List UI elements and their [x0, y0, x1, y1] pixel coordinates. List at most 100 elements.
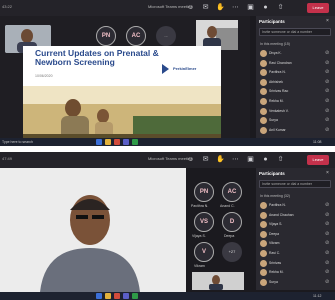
app-icon[interactable] — [96, 139, 102, 145]
mic-muted-icon: ⊘ — [325, 202, 330, 208]
participant-list-item[interactable]: Ravi C. ⊘ — [259, 250, 333, 258]
participant-list-item[interactable]: Ravi Chandran ⊘ — [259, 59, 333, 68]
taskbar-apps — [96, 293, 138, 299]
leave-button[interactable]: Leave — [307, 3, 329, 13]
folder-icon[interactable] — [105, 139, 111, 145]
app-icon[interactable] — [132, 139, 138, 145]
participant-list-item[interactable]: Anil Kumar ⊘ — [259, 126, 333, 135]
teams-meeting-screenshot-2: 47:49 Microsoft Teams meeting ☺ ✉ ✋ ⋯ ▣ … — [0, 152, 335, 300]
avatar — [260, 69, 267, 77]
teams-icon[interactable] — [123, 293, 129, 299]
active-speaker-video[interactable] — [0, 168, 186, 292]
panel-section-header: In this meeting (32) — [260, 194, 290, 198]
app-icon[interactable] — [132, 293, 138, 299]
participant-list-item[interactable]: Vijaya S. ⊘ — [259, 221, 333, 229]
invite-search-input[interactable]: Invite someone or dial a number — [259, 180, 331, 188]
people-icon[interactable]: ☺ — [186, 3, 195, 12]
participant-list-item[interactable]: Pavithra N. ⊘ — [259, 202, 333, 210]
invite-search-input[interactable]: Invite someone or dial a number — [259, 28, 331, 36]
teams-meeting-screenshot-1: 43:22 Microsoft Teams meeting ☺ ✉ ✋ ⋯ ▣ … — [0, 0, 335, 146]
participant-list-name: Surya — [269, 118, 278, 123]
participant-list-item[interactable]: Srinivas Rao ⊘ — [259, 88, 333, 96]
participant-list-item[interactable]: Venkatesh V. ⊘ — [259, 107, 333, 116]
mic-muted-icon: ⊘ — [325, 259, 330, 266]
meeting-timer: 43:22 — [2, 4, 13, 9]
mic-muted-icon: ⊘ — [325, 211, 330, 218]
avatar — [260, 250, 267, 257]
participant-list-name: Deepa — [269, 231, 279, 236]
participant-avatar-ac[interactable]: AC — [222, 182, 242, 202]
avatar — [260, 230, 267, 238]
leave-button[interactable]: Leave — [307, 155, 329, 165]
avatar — [260, 59, 267, 67]
mic-muted-icon: ⊘ — [325, 59, 330, 66]
self-preview-tile[interactable] — [192, 272, 244, 290]
participant-name: Anand C. — [220, 204, 235, 208]
mic-muted-icon: ⊘ — [325, 230, 330, 237]
avatar — [260, 211, 267, 219]
participant-avatar-pn[interactable]: PN — [96, 26, 116, 46]
mic-icon[interactable]: ● — [261, 3, 270, 12]
mic-muted-icon: ⊘ — [325, 240, 330, 247]
avatar — [260, 50, 267, 57]
participant-list-item[interactable]: Vikram ⊘ — [259, 240, 333, 248]
mic-icon[interactable]: ● — [261, 155, 270, 164]
more-participants-tile[interactable]: ... — [156, 26, 176, 46]
participant-avatar-v[interactable]: V — [194, 242, 214, 262]
participant-list-item[interactable]: Surya ⊘ — [259, 278, 333, 287]
app-icon[interactable] — [114, 293, 120, 299]
participant-list-name: Abhishek — [269, 79, 283, 84]
close-icon[interactable]: × — [326, 18, 329, 24]
windows-taskbar: Type here to search 11:08 — [0, 138, 335, 146]
avatar — [260, 259, 267, 267]
camera-icon[interactable]: ▣ — [246, 155, 255, 164]
participant-list-item[interactable]: Rekha M. ⊘ — [259, 269, 333, 277]
folder-icon[interactable] — [105, 293, 111, 299]
avatar — [260, 98, 267, 105]
app-icon[interactable] — [114, 139, 120, 145]
app-icon[interactable] — [96, 293, 102, 299]
chat-icon[interactable]: ✉ — [201, 155, 210, 164]
share-icon[interactable]: ⇧ — [276, 155, 285, 164]
participant-list-name: Srinivas Rao — [269, 89, 289, 94]
mic-muted-icon: ⊘ — [325, 88, 330, 95]
participant-avatar-d[interactable]: D — [222, 212, 242, 232]
meeting-toolbar: ☺ ✉ ✋ ⋯ ▣ ● ⇧ — [186, 3, 285, 12]
participant-list-item[interactable]: Rekha M. ⊘ — [259, 98, 333, 106]
more-participants-tile[interactable]: +27 — [222, 242, 242, 262]
raise-hand-icon[interactable]: ✋ — [216, 3, 225, 12]
participant-avatar-pn[interactable]: PN — [194, 182, 214, 202]
camera-icon[interactable]: ▣ — [246, 3, 255, 12]
slide-title-line-2: Newborn Screening — [35, 57, 115, 67]
chat-icon[interactable]: ✉ — [201, 3, 210, 12]
more-icon[interactable]: ⋯ — [231, 155, 240, 164]
slide-photo-mother-child — [23, 86, 221, 146]
participant-avatar-vs[interactable]: VS — [194, 212, 214, 232]
more-icon[interactable]: ⋯ — [231, 3, 240, 12]
participant-list-item[interactable]: Deepa ⊘ — [259, 230, 333, 239]
panel-title: Participants — [259, 171, 285, 176]
participant-list-item[interactable]: Abhishek ⊘ — [259, 78, 333, 87]
close-icon[interactable]: × — [326, 170, 329, 176]
mic-muted-icon: ⊘ — [325, 250, 330, 256]
participant-list-item[interactable]: Pavithra N. ⊘ — [259, 69, 333, 77]
taskbar-search-box[interactable]: Type here to search — [2, 140, 33, 144]
share-icon[interactable]: ⇧ — [276, 3, 285, 12]
mic-muted-icon: ⊘ — [325, 69, 330, 76]
participant-gallery: PN Pavithra N. AC Anand C. VS Vijaya S. … — [186, 168, 250, 290]
participant-avatar-ac[interactable]: AC — [126, 26, 146, 46]
teams-icon[interactable] — [123, 139, 129, 145]
taskbar-clock: 11:08 — [313, 140, 322, 144]
participant-list-item[interactable]: Divya K. ⊘ — [259, 50, 333, 58]
avatar — [260, 107, 267, 115]
participant-list-item[interactable]: Anand Chauhan ⊘ — [259, 211, 333, 220]
panel-section-header: In this meeting (15) — [260, 42, 290, 46]
people-icon[interactable]: ☺ — [186, 155, 195, 164]
raise-hand-icon[interactable]: ✋ — [216, 155, 225, 164]
speaker-video-frame — [0, 168, 186, 292]
participant-list-item[interactable]: Srinivas ⊘ — [259, 259, 333, 268]
participant-list-name: Ravi Chandran — [269, 60, 292, 65]
slide-title: Current Updates on Prenatal & Newborn Sc… — [35, 49, 159, 67]
participant-list-item[interactable]: Surya ⊘ — [259, 117, 333, 125]
mic-muted-icon: ⊘ — [325, 221, 330, 228]
